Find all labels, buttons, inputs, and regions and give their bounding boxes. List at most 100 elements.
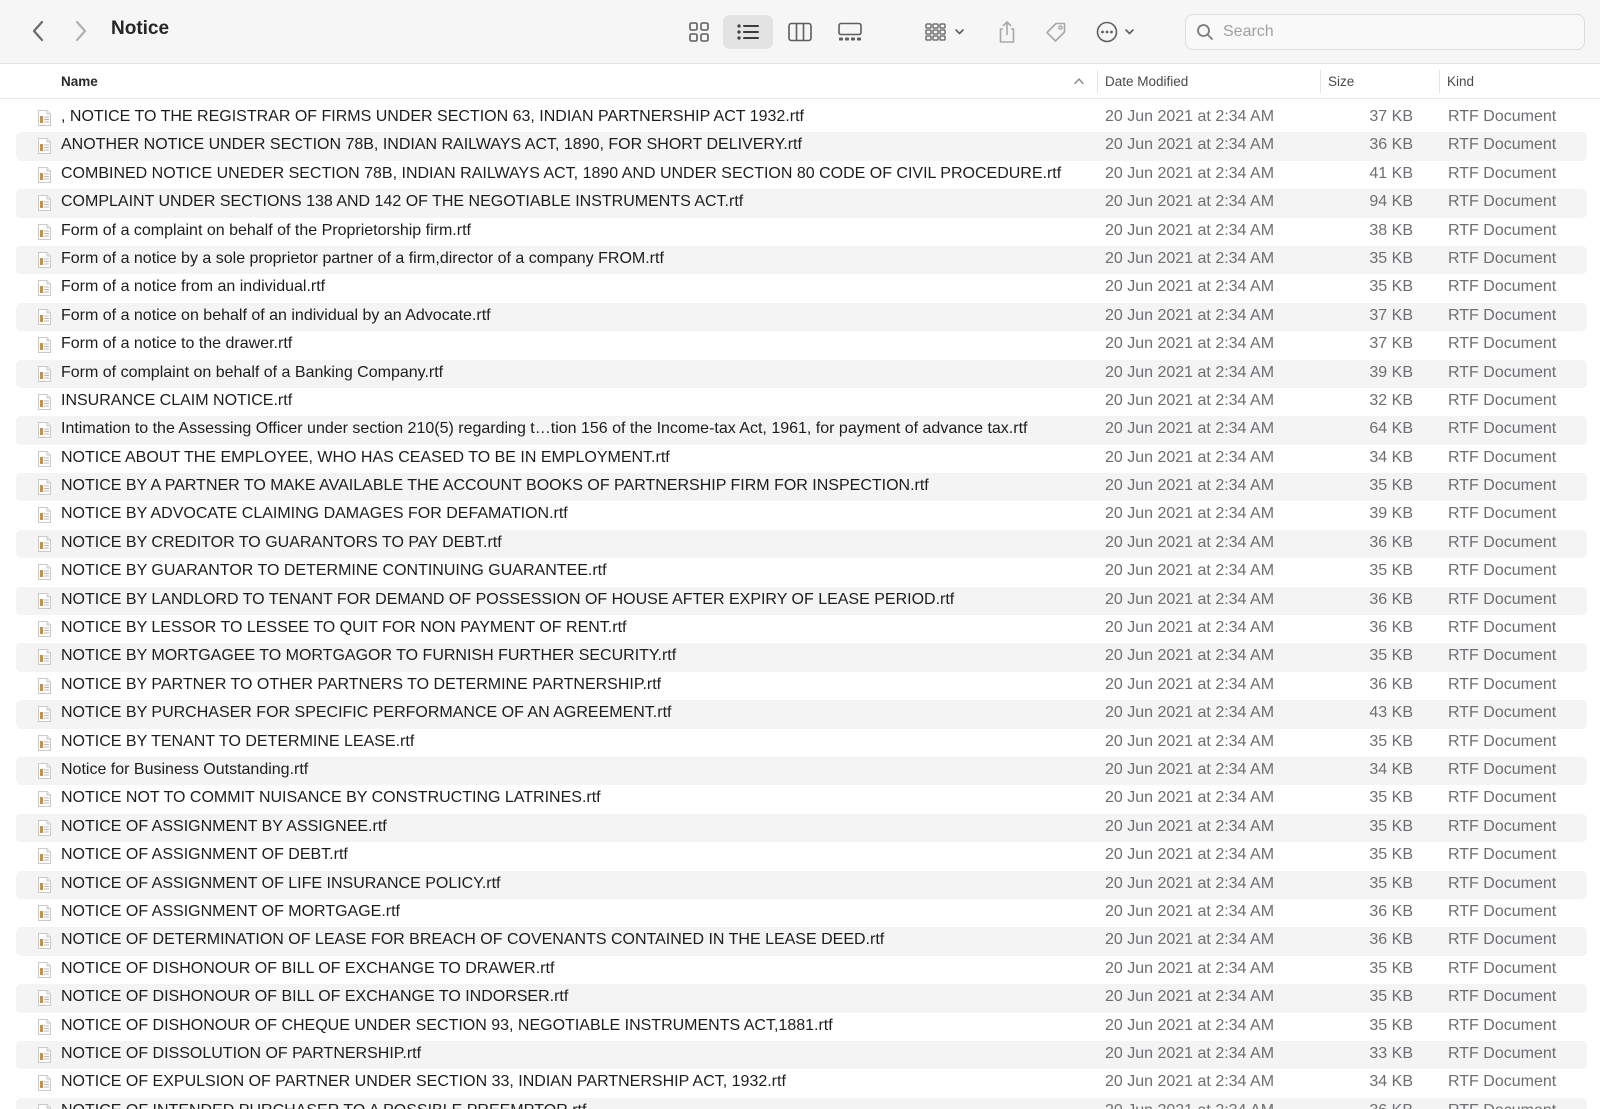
file-size: 37 KB xyxy=(1369,108,1413,125)
file-kind: RTF Document xyxy=(1448,420,1557,438)
file-row[interactable]: NOTICE BY ADVOCATE CLAIMING DAMAGES FOR … xyxy=(16,501,1587,529)
file-row[interactable]: Notice for Business Outstanding.rtf 20 Ju… xyxy=(16,756,1587,786)
file-row[interactable]: Form of a notice on behalf of an individ… xyxy=(16,302,1587,332)
file-name: NOTICE BY MORTGAGEE TO MORTGAGOR TO FURN… xyxy=(61,647,677,665)
file-row[interactable]: NOTICE OF ASSIGNMENT BY ASSIGNEE.rtf 20 J… xyxy=(16,813,1587,843)
column-view-button[interactable] xyxy=(780,15,820,49)
file-date-modified: 20 Jun 2021 at 2:34 AM xyxy=(1105,732,1275,750)
file-row[interactable]: NOTICE BY PARTNER TO OTHER PARTNERS TO D… xyxy=(16,672,1587,700)
file-row[interactable]: ANOTHER NOTICE UNDER SECTION 78B, INDIAN… xyxy=(16,132,1587,161)
file-row[interactable]: NOTICE OF DISHONOUR OF BILL OF EXCHANGE … xyxy=(16,956,1587,984)
column-divider[interactable] xyxy=(1097,70,1098,93)
file-date-modified: 20 Jun 2021 at 2:34 AM xyxy=(1105,477,1275,495)
file-row[interactable]: NOTICE OF ASSIGNMENT OF DEBT.rtf 20 Jun 2… xyxy=(16,842,1587,870)
file-date-modified: 20 Jun 2021 at 2:34 AM xyxy=(1105,619,1275,637)
search-field[interactable] xyxy=(1185,14,1585,50)
file-row[interactable]: Form of complaint on behalf of a Banking… xyxy=(16,359,1587,388)
share-button[interactable] xyxy=(990,15,1024,49)
search-input[interactable] xyxy=(1223,23,1563,41)
file-row[interactable]: Form of a notice to the drawer.rtf 20 Jun… xyxy=(16,331,1587,359)
file-kind: RTF Document xyxy=(1448,874,1557,892)
file-name: NOTICE NOT TO COMMIT NUISANCE BY CONSTRU… xyxy=(61,789,601,807)
file-row[interactable]: Intimation to the Assessing Officer unde… xyxy=(16,416,1587,445)
rtf-document-icon xyxy=(38,223,51,240)
file-row[interactable]: NOTICE BY CREDITOR TO GUARANTORS TO PAY … xyxy=(16,529,1587,559)
file-kind: RTF Document xyxy=(1448,760,1557,778)
file-row[interactable]: INSURANCE CLAIM NOTICE.rtf 20 Jun 2021 at… xyxy=(16,388,1587,416)
rtf-document-icon xyxy=(38,791,51,808)
more-actions-button[interactable] xyxy=(1093,15,1143,49)
file-name: NOTICE BY TENANT TO DETERMINE LEASE.rtf xyxy=(61,732,415,750)
file-row[interactable]: NOTICE BY MORTGAGEE TO MORTGAGOR TO FURN… xyxy=(16,643,1587,672)
forward-button[interactable] xyxy=(66,16,96,46)
tag-icon xyxy=(1046,22,1066,42)
file-date-modified: 20 Jun 2021 at 2:34 AM xyxy=(1105,136,1275,154)
file-row[interactable]: NOTICE ABOUT THE EMPLOYEE, WHO HAS CEASE… xyxy=(16,445,1587,473)
file-row[interactable]: , NOTICE TO THE REGISTRAR OF FIRMS UNDER… xyxy=(16,104,1587,132)
file-size: 37 KB xyxy=(1369,335,1413,353)
rtf-document-icon xyxy=(38,677,51,694)
file-row[interactable]: NOTICE BY A PARTNER TO MAKE AVAILABLE TH… xyxy=(16,473,1587,502)
column-header-size[interactable]: Size xyxy=(1328,64,1354,99)
file-row[interactable]: COMBINED NOTICE UNEDER SECTION 78B, INDI… xyxy=(16,161,1587,189)
file-row[interactable]: NOTICE BY GUARANTOR TO DETERMINE CONTINU… xyxy=(16,558,1587,586)
file-kind: RTF Document xyxy=(1448,249,1557,267)
file-date-modified: 20 Jun 2021 at 2:34 AM xyxy=(1105,1073,1275,1091)
file-row[interactable]: Form of a notice by a sole proprietor pa… xyxy=(16,245,1587,275)
file-row[interactable]: NOTICE BY LESSOR TO LESSEE TO QUIT FOR N… xyxy=(16,615,1587,643)
file-size: 39 KB xyxy=(1369,505,1413,523)
file-size: 33 KB xyxy=(1369,1044,1413,1062)
file-row[interactable]: NOTICE OF INTENDED PURCHASER TO A POSSIB… xyxy=(16,1097,1587,1109)
finder-window: Notice Search Name Date Modified Size Ki… xyxy=(0,0,1600,1109)
file-row[interactable]: NOTICE OF DISHONOUR OF CHEQUE UNDER SECT… xyxy=(16,1013,1587,1041)
file-row[interactable]: NOTICE NOT TO COMMIT NUISANCE BY CONSTRU… xyxy=(16,785,1587,813)
list-view-button[interactable] xyxy=(723,15,773,49)
column-header-kind[interactable]: Kind xyxy=(1447,64,1474,99)
file-row[interactable]: NOTICE OF ASSIGNMENT OF LIFE INSURANCE P… xyxy=(16,870,1587,899)
file-row[interactable]: NOTICE BY PURCHASER FOR SPECIFIC PERFORM… xyxy=(16,700,1587,729)
file-kind: RTF Document xyxy=(1448,902,1557,920)
file-kind: RTF Document xyxy=(1448,306,1557,324)
file-kind: RTF Document xyxy=(1448,988,1557,1006)
file-kind: RTF Document xyxy=(1448,363,1557,381)
file-size: 36 KB xyxy=(1369,590,1413,608)
file-size: 36 KB xyxy=(1369,619,1413,637)
file-row[interactable]: NOTICE OF DISSOLUTION OF PARTNERSHIP.rtf… xyxy=(16,1040,1587,1070)
file-row[interactable]: COMPLAINT UNDER SECTIONS 138 AND 142 OF … xyxy=(16,189,1587,218)
back-button[interactable] xyxy=(23,16,53,46)
column-divider[interactable] xyxy=(1320,70,1321,93)
file-row[interactable]: NOTICE BY TENANT TO DETERMINE LEASE.rtf 2… xyxy=(16,729,1587,757)
file-kind: RTF Document xyxy=(1448,1016,1557,1034)
file-date-modified: 20 Jun 2021 at 2:34 AM xyxy=(1105,874,1275,892)
file-name: NOTICE BY CREDITOR TO GUARANTORS TO PAY … xyxy=(61,533,502,551)
gallery-view-button[interactable] xyxy=(830,15,870,49)
file-row[interactable]: NOTICE OF DISHONOUR OF BILL OF EXCHANGE … xyxy=(16,984,1587,1013)
group-button[interactable] xyxy=(920,15,972,49)
file-date-modified: 20 Jun 2021 at 2:34 AM xyxy=(1105,902,1275,920)
file-date-modified: 20 Jun 2021 at 2:34 AM xyxy=(1105,562,1275,580)
file-size: 35 KB xyxy=(1369,249,1413,267)
file-size: 36 KB xyxy=(1369,675,1413,693)
file-kind: RTF Document xyxy=(1448,619,1557,637)
icon-view-button[interactable] xyxy=(680,15,718,49)
file-name: NOTICE BY LESSOR TO LESSEE TO QUIT FOR N… xyxy=(61,619,627,637)
rtf-document-icon xyxy=(38,649,51,666)
file-kind: RTF Document xyxy=(1448,164,1557,182)
column-header-date[interactable]: Date Modified xyxy=(1105,64,1188,99)
file-kind: RTF Document xyxy=(1448,931,1557,949)
rtf-document-icon xyxy=(38,961,51,978)
file-size: 35 KB xyxy=(1369,846,1413,864)
tag-button[interactable] xyxy=(1038,15,1074,49)
file-name: NOTICE BY GUARANTOR TO DETERMINE CONTINU… xyxy=(61,562,607,580)
file-row[interactable]: NOTICE OF ASSIGNMENT OF MORTGAGE.rtf 20 J… xyxy=(16,899,1587,927)
column-divider[interactable] xyxy=(1439,70,1440,93)
search-icon xyxy=(1197,24,1213,40)
file-name: INSURANCE CLAIM NOTICE.rtf xyxy=(61,391,293,409)
file-row[interactable]: Form of a complaint on behalf of the Pro… xyxy=(16,218,1587,246)
file-row[interactable]: NOTICE OF DETERMINATION OF LEASE FOR BRE… xyxy=(16,927,1587,956)
file-row[interactable]: NOTICE OF EXPULSION OF PARTNER UNDER SEC… xyxy=(16,1069,1587,1097)
file-row[interactable]: NOTICE BY LANDLORD TO TENANT FOR DEMAND … xyxy=(16,586,1587,616)
file-row[interactable]: Form of a notice from an individual.rtf 2… xyxy=(16,274,1587,302)
column-header-name[interactable]: Name xyxy=(61,64,98,99)
file-size: 64 KB xyxy=(1369,420,1413,438)
